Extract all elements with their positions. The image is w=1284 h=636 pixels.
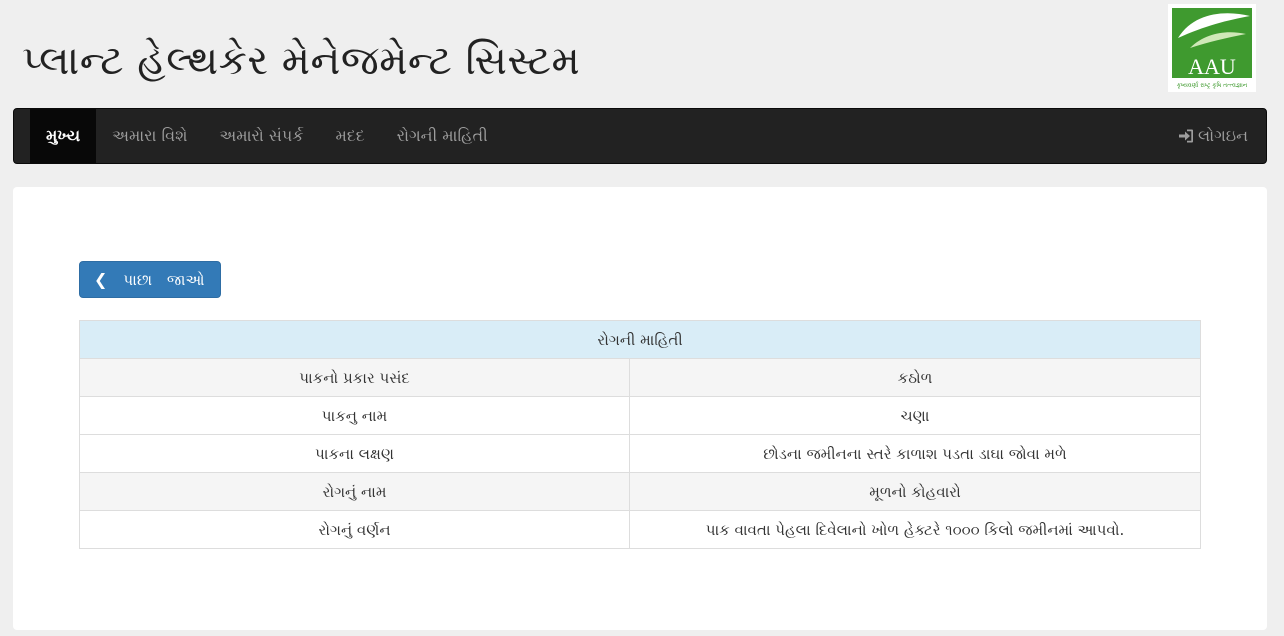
row-label: પાકનુ નામ bbox=[79, 396, 630, 435]
table-heading: રોગની માહિતી bbox=[79, 320, 1201, 359]
row-label: રોગનું નામ bbox=[79, 472, 630, 511]
table-row: પાકનુ નામ ચણા bbox=[79, 396, 1201, 435]
nav-item-home[interactable]: મુખ્ય bbox=[30, 109, 97, 163]
row-value: ચણા bbox=[629, 396, 1201, 435]
row-label: પાકના લક્ષણ bbox=[79, 434, 630, 473]
site-title: પ્લાન્ટ હેલ્થકેર મેનેજમેન્ટ સિસ્ટમ bbox=[22, 38, 581, 84]
nav-item-contact[interactable]: અમારો સંપર્ક bbox=[203, 109, 319, 163]
login-label: લોગઇન bbox=[1198, 126, 1248, 145]
row-value: છોડના જમીનના સ્તરે કાળાશ પડતા ડાઘા જોવા … bbox=[629, 434, 1201, 473]
row-value: પાક વાવતા પેહલા દિવેલાનો ખોળ હેક્ટરે ૧૦૦… bbox=[629, 510, 1201, 549]
nav-item-help[interactable]: મદદ bbox=[320, 109, 381, 163]
row-value: કઠોળ bbox=[629, 358, 1201, 397]
table-row: પાકના લક્ષણ છોડના જમીનના સ્તરે કાળાશ પડત… bbox=[79, 434, 1201, 473]
leaf-logo-icon: AAU કૃષ્યવર્ણા રાષ્ટ્ર કૃષિ તત્ત્વજ્ઞાન bbox=[1170, 6, 1254, 90]
table-row: રોગનું નામ મૂળનો કોહવારો bbox=[79, 472, 1201, 511]
disease-info-table: રોગની માહિતી પાકનો પ્રકાર પસંદ કઠોળ પાકન… bbox=[79, 320, 1201, 549]
table-row: રોગનું વર્ણન પાક વાવતા પેહલા દિવેલાનો ખો… bbox=[79, 510, 1201, 549]
main-navbar: મુખ્ય અમારા વિશે અમારો સંપર્ક મદદ રોગની … bbox=[13, 108, 1267, 164]
row-label: પાકનો પ્રકાર પસંદ bbox=[79, 358, 630, 397]
login-link[interactable]: લોગઇન bbox=[1178, 109, 1248, 163]
row-label: રોગનું વર્ણન bbox=[79, 510, 630, 549]
logo-text: AAU bbox=[1188, 54, 1236, 79]
chevron-left-icon: ❮ bbox=[94, 270, 108, 289]
nav-menu: મુખ્ય અમારા વિશે અમારો સંપર્ક મદદ રોગની … bbox=[30, 109, 504, 163]
logo-tagline: કૃષ્યવર્ણા રાષ્ટ્ર કૃષિ તત્ત્વજ્ઞાન bbox=[1177, 81, 1248, 89]
table-row: પાકનો પ્રકાર પસંદ કઠોળ bbox=[79, 358, 1201, 397]
back-button[interactable]: ❮ પાછા જાઓ bbox=[79, 261, 221, 298]
content-panel: ❮ પાછા જાઓ રોગની માહિતી પાકનો પ્રકાર પસં… bbox=[13, 187, 1267, 630]
university-logo[interactable]: AAU કૃષ્યવર્ણા રાષ્ટ્ર કૃષિ તત્ત્વજ્ઞાન bbox=[1168, 4, 1256, 92]
row-value: મૂળનો કોહવારો bbox=[629, 472, 1201, 511]
nav-item-disease-info[interactable]: રોગની માહિતી bbox=[381, 109, 504, 163]
nav-item-about[interactable]: અમારા વિશે bbox=[96, 109, 203, 163]
back-button-label: પાછા જાઓ bbox=[123, 270, 205, 289]
sign-in-icon bbox=[1179, 129, 1194, 143]
